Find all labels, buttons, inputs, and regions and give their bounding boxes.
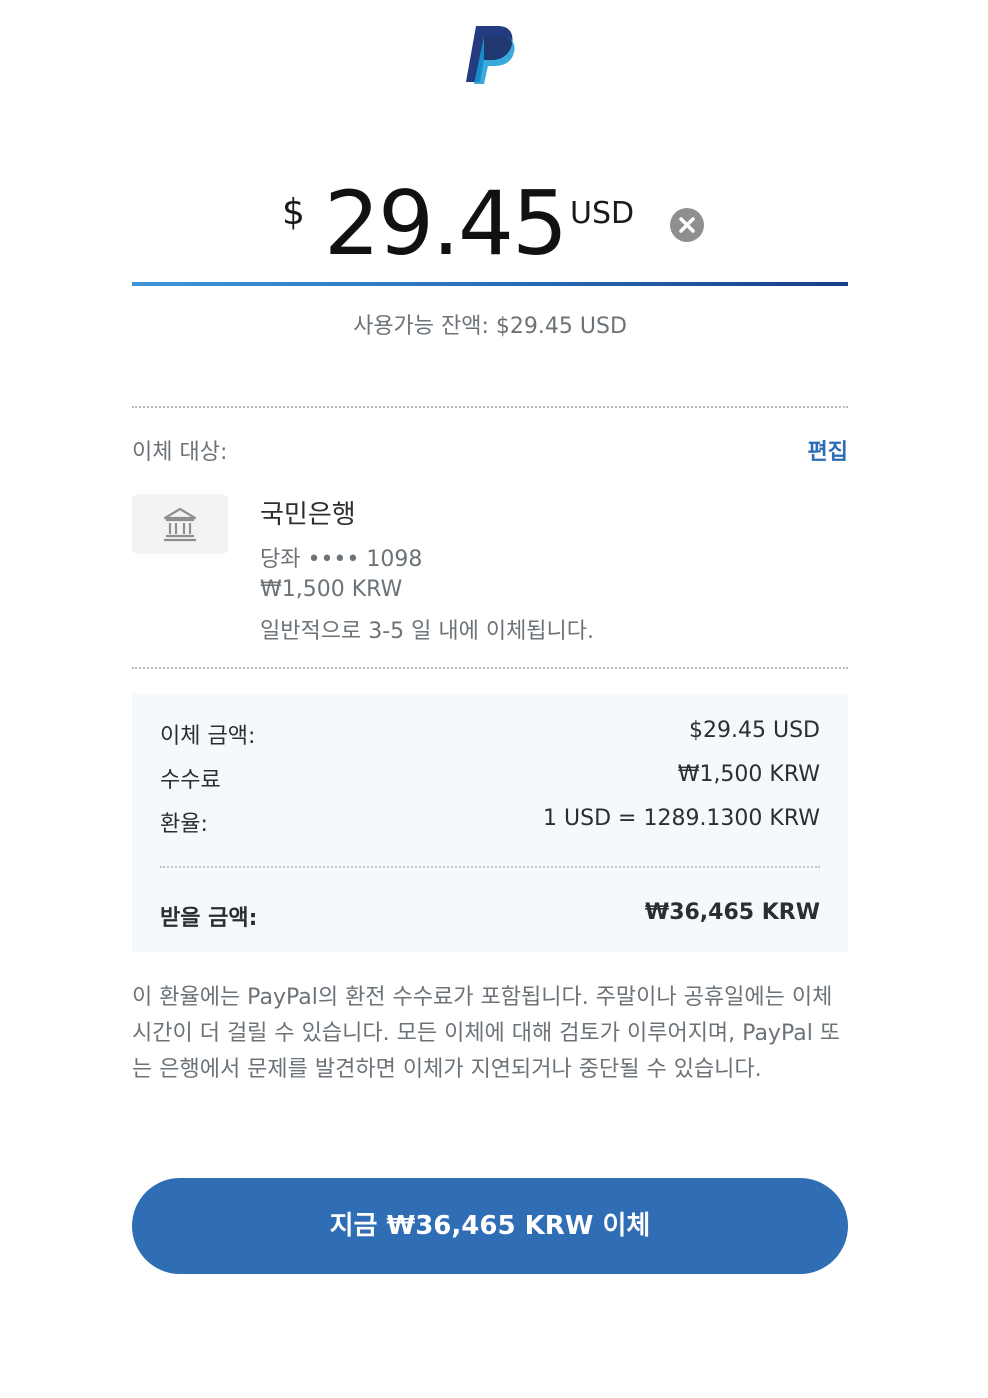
- currency-symbol: $: [282, 192, 305, 233]
- transfer-summary: 이체 금액: $29.45 USD 수수료 ₩1,500 KRW 환율: 1 U…: [132, 694, 848, 952]
- bank-name: 국민은행: [260, 500, 356, 530]
- disclaimer-text: 이 환율에는 PayPal의 환전 수수료가 포함됩니다. 주말이나 공휴일에는…: [132, 985, 841, 1082]
- summary-label: 이체 금액:: [160, 724, 256, 749]
- summary-label: 수수료: [160, 768, 221, 793]
- summary-value: ₩1,500 KRW: [677, 762, 820, 787]
- bank-fee: ₩1,500 KRW: [260, 577, 403, 602]
- clear-circle-icon[interactable]: [670, 208, 704, 242]
- edit-destination-link[interactable]: 편집: [808, 434, 848, 466]
- destination-label: 이체 대상:: [132, 440, 228, 465]
- amount-currency: USD: [570, 196, 635, 231]
- divider: [160, 866, 820, 868]
- bank-account: 당좌 •••• 1098: [260, 547, 423, 572]
- transfer-timing: 일반적으로 3-5 일 내에 이체됩니다.: [260, 619, 595, 644]
- available-balance: 사용가능 잔액: $29.45 USD: [353, 314, 627, 339]
- summary-label: 받을 금액:: [160, 906, 258, 931]
- transfer-now-button[interactable]: 지금 ₩36,465 KRW 이체: [132, 1178, 848, 1274]
- summary-label: 환율:: [160, 812, 208, 837]
- summary-value: 1 USD = 1289.1300 KRW: [543, 806, 820, 831]
- divider: [132, 667, 848, 669]
- amount-input[interactable]: $ 29.45 USD: [132, 170, 848, 280]
- amount-value[interactable]: 29.45: [324, 174, 568, 274]
- amount-underline: [132, 282, 848, 286]
- summary-value: ₩36,465 KRW: [644, 900, 820, 925]
- divider: [132, 406, 848, 408]
- bank-icon: [132, 494, 228, 554]
- summary-value: $29.45 USD: [689, 718, 820, 743]
- paypal-logo-icon: [462, 24, 518, 84]
